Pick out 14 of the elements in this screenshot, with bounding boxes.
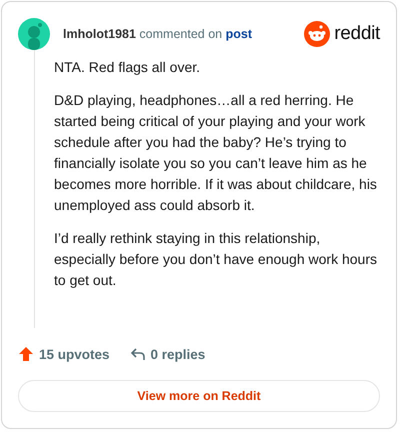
comment-action: commented on	[139, 27, 222, 41]
view-more-button[interactable]: View more on Reddit	[18, 380, 380, 412]
upvote-arrow-icon[interactable]	[18, 346, 34, 362]
upvote-count: 15 upvotes	[39, 346, 110, 362]
avatar-icon	[18, 18, 50, 50]
author-name[interactable]: lmholot1981	[63, 27, 136, 41]
alien-logo-icon	[304, 21, 330, 47]
comment-paragraph: NTA. Red flags all over.	[54, 58, 202, 77]
reply-count: 0 replies	[150, 346, 206, 362]
reply-arrow-icon[interactable]	[130, 346, 146, 362]
comment-paragraph: I’d really rethink staying in this relationship, especially before you don’t have enough work hours to get out.	[54, 229, 378, 290]
comment-paragraph: D&D playing, headphones…all a red herring. He started being critical of your playing and your work schedule after you had the baby? He’s trying to financially isolate you so you can’t leave him as he becomes more horrible. If it was about childcare, his unemployed ass could absorb it.	[54, 91, 378, 215]
post-link[interactable]: post	[226, 27, 252, 41]
brand-name: reddit	[334, 23, 380, 45]
